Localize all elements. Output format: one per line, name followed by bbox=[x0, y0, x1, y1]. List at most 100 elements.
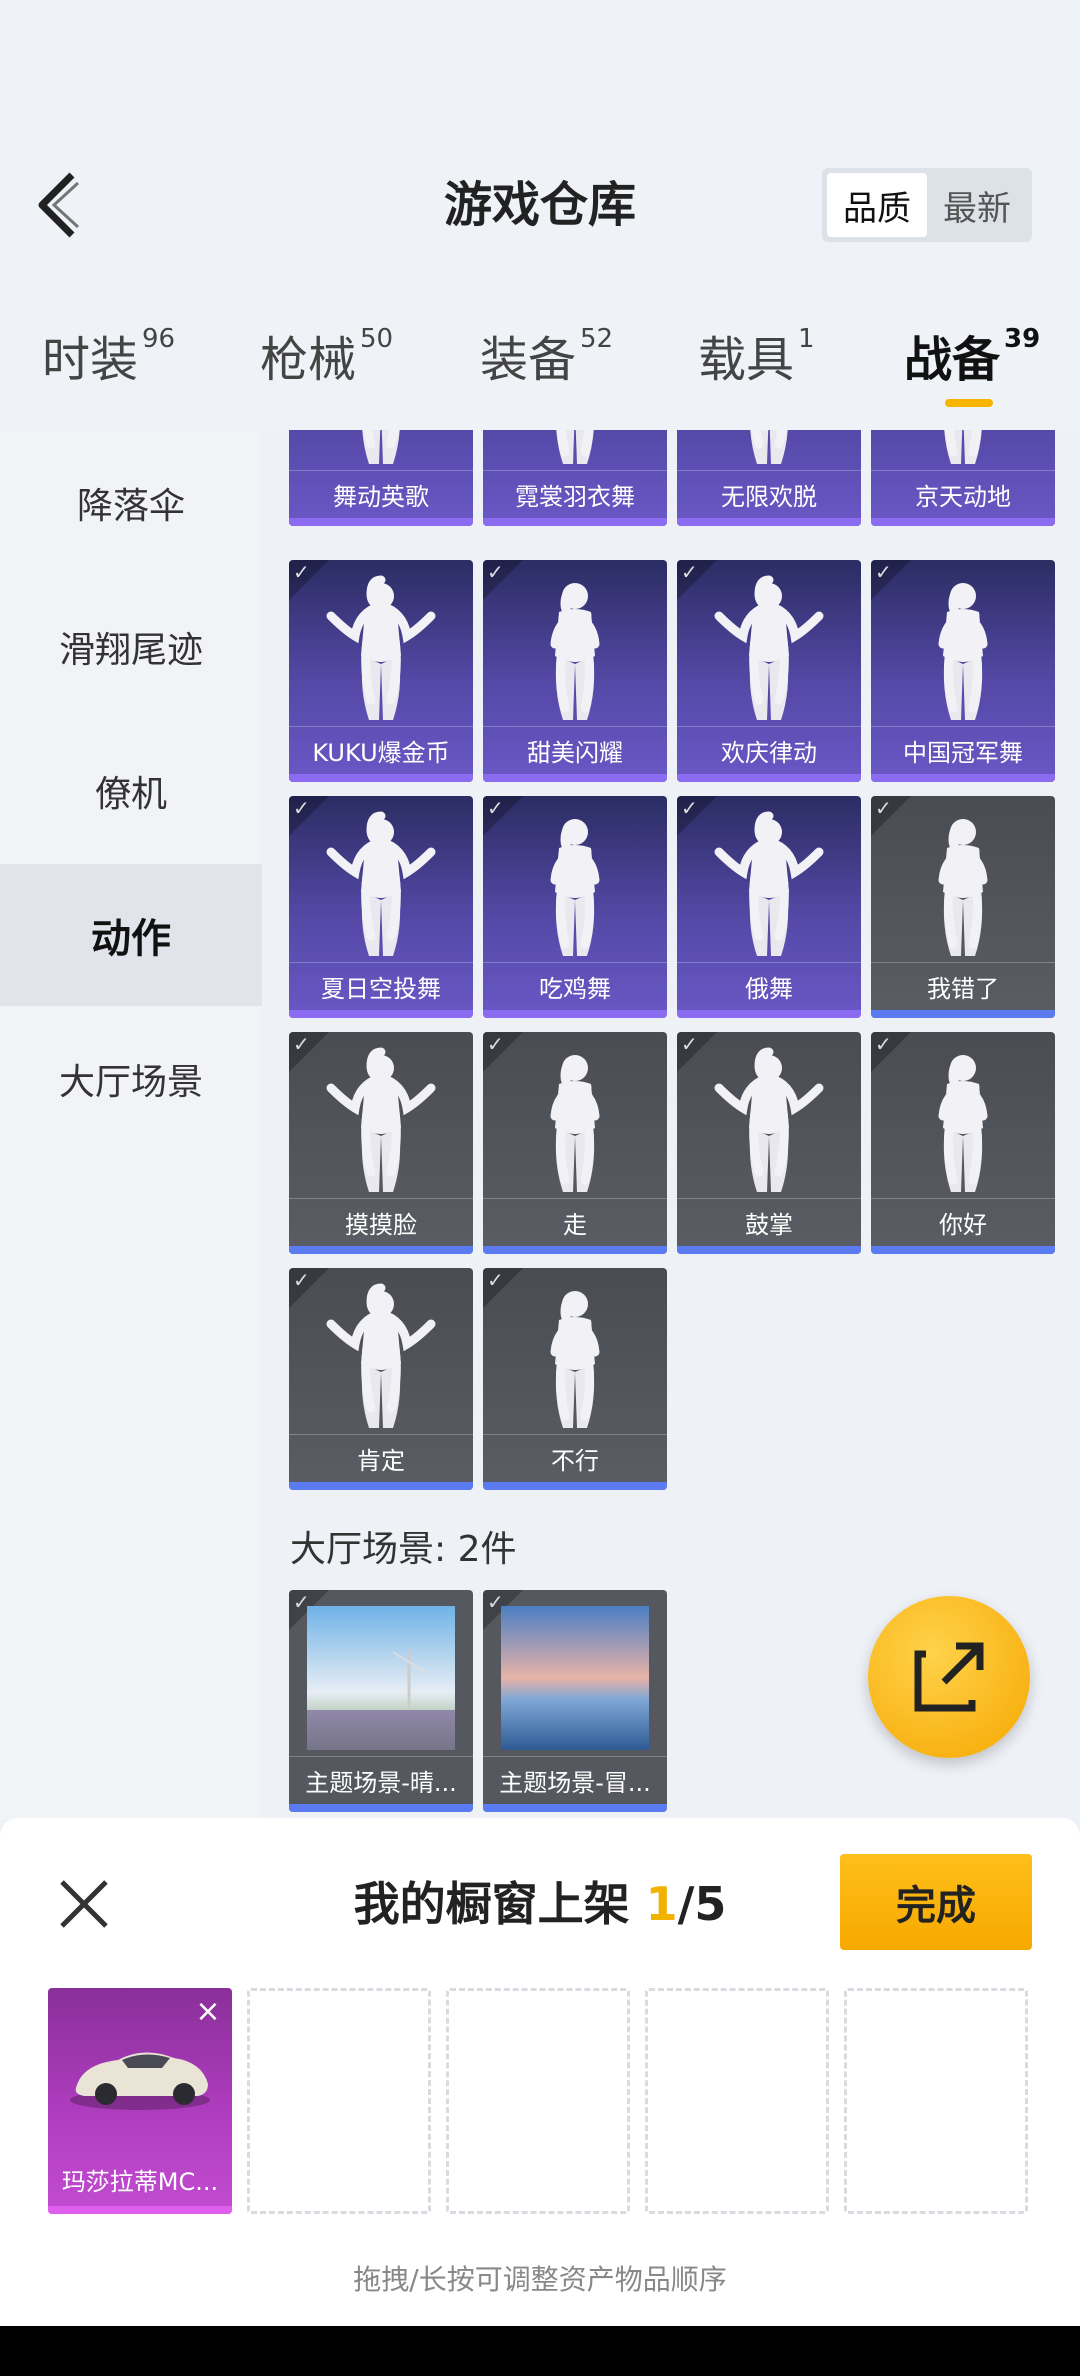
rarity-bar bbox=[677, 1246, 861, 1254]
emote-card[interactable]: 我错了 bbox=[871, 796, 1055, 1018]
share-button[interactable] bbox=[868, 1596, 1030, 1758]
emote-pose-icon bbox=[714, 575, 824, 720]
emote-card[interactable]: 你好 bbox=[871, 1032, 1055, 1254]
emote-pose-icon bbox=[938, 583, 988, 720]
scene-thumbnail bbox=[289, 1590, 473, 1756]
tab-equipment[interactable]: 装备 52 bbox=[480, 320, 613, 390]
rarity-bar bbox=[871, 1010, 1055, 1018]
rarity-bar bbox=[677, 1010, 861, 1018]
rarity-bar bbox=[483, 774, 667, 782]
emote-card[interactable]: 中国冠军舞 bbox=[871, 560, 1055, 782]
emote-card[interactable]: 京天动地 bbox=[871, 430, 1055, 526]
emote-card[interactable]: 肯定 bbox=[289, 1268, 473, 1490]
sidebar-item-emotes[interactable]: 动作 bbox=[0, 864, 262, 1006]
lobby-scene-card[interactable]: 主题场景-冒... bbox=[483, 1590, 667, 1812]
emote-card[interactable]: 鼓掌 bbox=[677, 1032, 861, 1254]
emote-card[interactable]: 吃鸡舞 bbox=[483, 796, 667, 1018]
emote-pose-icon bbox=[714, 1047, 824, 1192]
emote-card[interactable]: 无限欢脱 bbox=[677, 430, 861, 526]
emote-label: 舞动英歌 bbox=[289, 470, 473, 518]
sort-toggle[interactable]: 品质 最新 bbox=[822, 168, 1032, 242]
emote-pose-icon bbox=[750, 430, 788, 464]
emote-card[interactable]: 不行 bbox=[483, 1268, 667, 1490]
scene-label: 主题场景-冒... bbox=[483, 1756, 667, 1804]
emote-card[interactable]: 欢庆律动 bbox=[677, 560, 861, 782]
emote-label: 摸摸脸 bbox=[289, 1198, 473, 1246]
showcase-total-count: /5 bbox=[677, 1877, 727, 1931]
emote-card[interactable]: 走 bbox=[483, 1032, 667, 1254]
showcase-title-text: 我的橱窗上架 bbox=[353, 1877, 646, 1931]
tab-vehicles[interactable]: 载具 1 bbox=[698, 320, 815, 390]
category-tabs: 时装 96 枪械 50 装备 52 载具 1 战备 39 bbox=[0, 320, 1080, 420]
active-tab-indicator bbox=[945, 399, 993, 407]
rarity-bar bbox=[871, 1246, 1055, 1254]
emote-pose-icon bbox=[550, 819, 600, 956]
emote-label: 甜美闪耀 bbox=[483, 726, 667, 774]
done-button[interactable]: 完成 bbox=[840, 1854, 1032, 1950]
rarity-bar bbox=[289, 518, 473, 526]
empty-showcase-slot[interactable] bbox=[844, 1988, 1028, 2214]
emote-label: 中国冠军舞 bbox=[871, 726, 1055, 774]
tab-firearms[interactable]: 枪械 50 bbox=[260, 320, 393, 390]
tab-count: 50 bbox=[360, 324, 394, 354]
emote-pose-icon bbox=[326, 1283, 436, 1428]
tab-label: 载具 bbox=[698, 332, 795, 388]
rarity-bar bbox=[483, 1804, 667, 1812]
rarity-bar bbox=[871, 518, 1055, 526]
emote-pose-icon bbox=[550, 1291, 600, 1428]
emote-card[interactable]: 舞动英歌 bbox=[289, 430, 473, 526]
emote-label: 京天动地 bbox=[871, 470, 1055, 518]
tab-fashion[interactable]: 时装 96 bbox=[42, 320, 175, 390]
showcase-slot[interactable]: × 玛莎拉蒂MC... bbox=[48, 1988, 232, 2214]
showcase-current-count: 1 bbox=[645, 1877, 678, 1931]
emote-label: 俄舞 bbox=[677, 962, 861, 1010]
emote-pose-icon bbox=[550, 583, 600, 720]
emote-pose-icon bbox=[326, 811, 436, 956]
emote-card[interactable]: 霓裳羽衣舞 bbox=[483, 430, 667, 526]
emote-label: 鼓掌 bbox=[677, 1198, 861, 1246]
emote-card[interactable]: 甜美闪耀 bbox=[483, 560, 667, 782]
tab-label: 装备 bbox=[480, 332, 577, 388]
emote-label: 欢庆律动 bbox=[677, 726, 861, 774]
sidebar-item-glide-trail[interactable]: 滑翔尾迹 bbox=[0, 576, 262, 718]
emote-label: 不行 bbox=[483, 1434, 667, 1482]
emote-pose-icon bbox=[362, 430, 400, 464]
lobby-section-title: 大厅场景: 2件 bbox=[290, 1529, 517, 1570]
sidebar-item-parachute[interactable]: 降落伞 bbox=[0, 432, 262, 574]
emote-label: 我错了 bbox=[871, 962, 1055, 1010]
slot-label: 玛莎拉蒂MC... bbox=[61, 2167, 219, 2196]
sort-quality-option[interactable]: 品质 bbox=[827, 173, 927, 237]
emote-card[interactable]: 摸摸脸 bbox=[289, 1032, 473, 1254]
emote-pose-icon bbox=[326, 1047, 436, 1192]
emote-pose-icon bbox=[714, 811, 824, 956]
emote-card[interactable]: 俄舞 bbox=[677, 796, 861, 1018]
emote-label: 夏日空投舞 bbox=[289, 962, 473, 1010]
sort-newest-option[interactable]: 最新 bbox=[927, 173, 1027, 237]
tab-count: 1 bbox=[798, 324, 815, 354]
rarity-bar bbox=[289, 1482, 473, 1490]
emote-label: 肯定 bbox=[289, 1434, 473, 1482]
empty-showcase-slot[interactable] bbox=[446, 1988, 630, 2214]
lobby-scene-card[interactable]: 主题场景-晴... bbox=[289, 1590, 473, 1812]
empty-showcase-slot[interactable] bbox=[247, 1988, 431, 2214]
emote-label: 吃鸡舞 bbox=[483, 962, 667, 1010]
rarity-bar bbox=[48, 2206, 232, 2214]
emote-card[interactable]: KUKU爆金币 bbox=[289, 560, 473, 782]
rarity-bar bbox=[677, 518, 861, 526]
tab-count: 96 bbox=[142, 324, 176, 354]
showcase-panel: 我的橱窗上架 1/5 完成 × 玛莎拉蒂MC... 拖拽/长按可调整资产物品顺序 bbox=[0, 1818, 1080, 2326]
empty-showcase-slot[interactable] bbox=[645, 1988, 829, 2214]
emote-card[interactable]: 夏日空投舞 bbox=[289, 796, 473, 1018]
tab-battle-gear[interactable]: 战备 39 bbox=[904, 320, 1040, 390]
emote-pose-icon bbox=[556, 430, 594, 464]
remove-icon[interactable]: × bbox=[190, 1994, 226, 2030]
tab-label: 战备 bbox=[904, 332, 1001, 388]
sidebar-item-lobby-scene[interactable]: 大厅场景 bbox=[0, 1008, 262, 1150]
scene-label: 主题场景-晴... bbox=[289, 1756, 473, 1804]
system-nav-bar bbox=[0, 2326, 1080, 2376]
tab-count: 52 bbox=[580, 324, 614, 354]
rarity-bar bbox=[289, 774, 473, 782]
sidebar-item-wingman[interactable]: 僚机 bbox=[0, 720, 262, 862]
rarity-bar bbox=[871, 774, 1055, 782]
rarity-bar bbox=[483, 1246, 667, 1254]
